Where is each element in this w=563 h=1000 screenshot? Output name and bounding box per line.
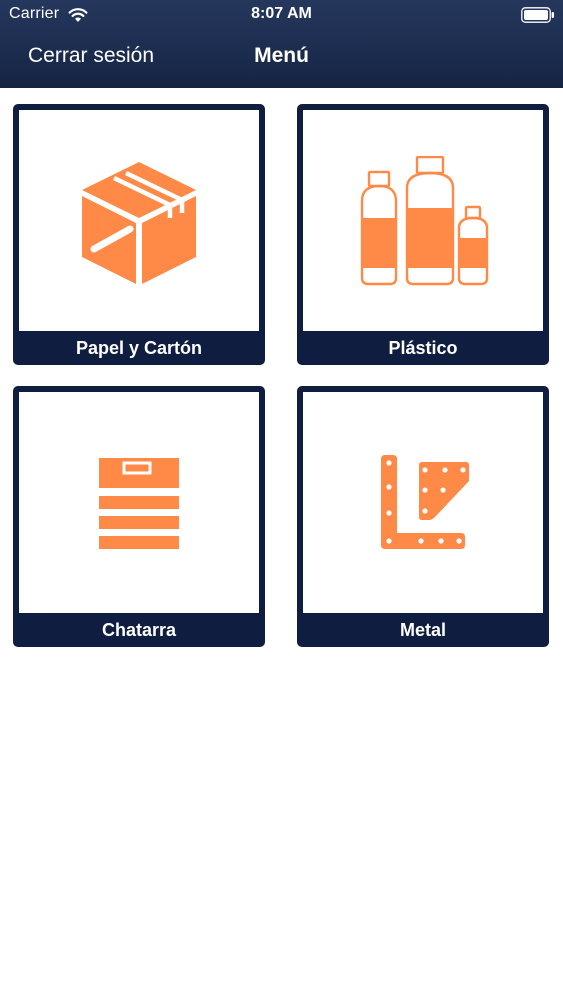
- status-bar: Carrier 8:07 AM: [0, 0, 563, 30]
- status-time: 8:07 AM: [251, 5, 312, 22]
- tile-metal[interactable]: Metal: [297, 386, 549, 647]
- tile-label: Metal: [399, 620, 446, 640]
- scrap-stack-icon: [99, 457, 179, 549]
- tile-label: Plástico: [388, 338, 458, 358]
- tile-image-area: [303, 110, 543, 331]
- cardboard-box-icon: [82, 161, 196, 284]
- tile-plastico[interactable]: Plástico: [297, 104, 549, 365]
- navigation-bar: Carrier 8:07 AM Cerrar sesión Menú: [0, 0, 563, 88]
- tile-image-area: [19, 392, 259, 613]
- tile-label: Papel y Cartón: [75, 338, 203, 358]
- tile-image-area: [19, 110, 259, 331]
- tile-label: Chatarra: [101, 620, 177, 640]
- battery-icon: [521, 7, 554, 23]
- plastic-bottles-icon: [360, 155, 489, 285]
- metal-brackets-icon: [381, 454, 469, 549]
- tile-chatarra[interactable]: Chatarra: [13, 386, 265, 647]
- page-title: Menú: [254, 44, 309, 67]
- tile-image-area: [303, 392, 543, 613]
- tile-papel-carton[interactable]: Papel y Cartón: [13, 104, 265, 365]
